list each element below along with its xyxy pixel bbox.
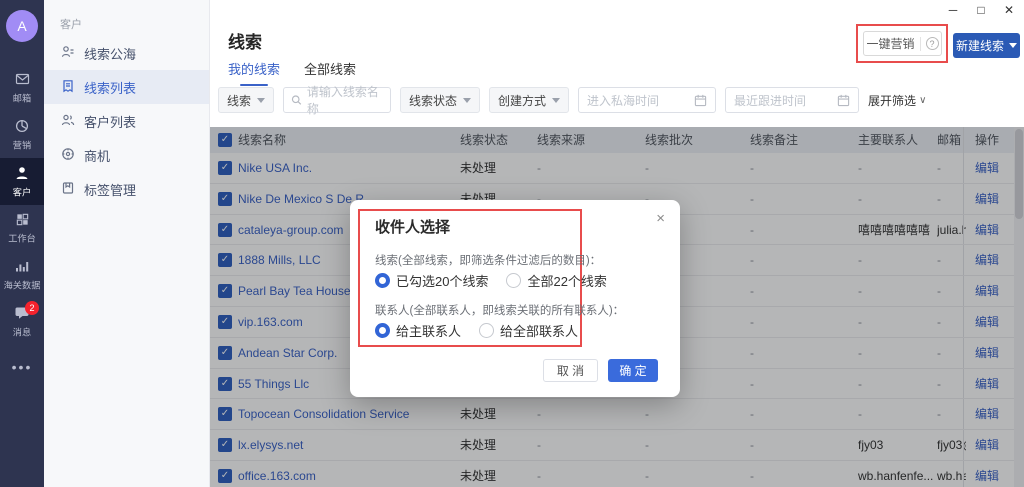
radio-primary-contact-label: 给主联系人: [396, 321, 461, 340]
modal-close-icon[interactable]: ×: [656, 210, 665, 227]
recipient-picker-modal: 收件人选择 × 线索(全部线索，即筛选条件过滤后的数目)： 已勾选20个线索 全…: [350, 200, 680, 397]
sidebar-item-lead-list[interactable]: 线索列表: [44, 70, 209, 104]
rail-item-mail[interactable]: 邮箱: [0, 64, 44, 111]
primary-nav-rail: A 邮箱营销客户工作台海关数据消息 2 •••: [0, 0, 44, 487]
maximize-button[interactable]: □: [972, 2, 990, 18]
create-method-dropdown-label: 创建方式: [498, 92, 546, 109]
rail-item-label: 工作台: [8, 231, 36, 245]
search-icon: [291, 94, 302, 106]
cancel-button[interactable]: 取 消: [543, 359, 598, 382]
expand-filters-label: 展开筛选: [868, 92, 916, 109]
lead-scope-label: 线索(全部线索，即筛选条件过滤后的数目)：: [375, 252, 601, 268]
rail-item-customs-data[interactable]: 海关数据: [0, 251, 44, 298]
create-method-dropdown[interactable]: 创建方式: [489, 87, 569, 113]
lead-scope-radio-group: 已勾选20个线索 全部22个线索: [375, 271, 607, 290]
list-doc-icon: [61, 79, 75, 96]
lead-status-dropdown[interactable]: 线索状态: [400, 87, 480, 113]
rail-item-label: 消息: [13, 325, 31, 339]
secondary-sidebar: 客户 线索公海线索列表客户列表商机标签管理: [44, 0, 210, 487]
window-controls: ─ □ ✕: [944, 2, 1018, 18]
rail-item-label: 海关数据: [4, 278, 41, 292]
radio-primary-contact[interactable]: 给主联系人: [375, 321, 461, 340]
bar-chart-icon: [14, 258, 30, 274]
pie-chart-icon: [14, 118, 30, 134]
private-sea-time-placeholder: 进入私海时间: [587, 92, 659, 109]
avatar[interactable]: A: [6, 10, 38, 42]
page-title: 线索: [228, 28, 262, 53]
chevron-down-icon: [552, 98, 560, 103]
sidebar-item-opportunity[interactable]: 商机: [44, 138, 209, 172]
expand-filters-link[interactable]: 展开筛选 ∨: [868, 92, 926, 109]
lead-name-search-input[interactable]: 请输入线索名称: [283, 87, 391, 113]
chevron-down-icon: [463, 98, 471, 103]
more-menu-button[interactable]: •••: [0, 359, 44, 375]
bookmark-icon: [61, 181, 75, 198]
sidebar-item-customer-list[interactable]: 客户列表: [44, 104, 209, 138]
rail-item-marketing[interactable]: 营销: [0, 111, 44, 158]
sidebar-item-label: 线索公海: [84, 44, 136, 63]
tab-my-leads[interactable]: 我的线索: [228, 59, 280, 86]
rail-item-messages[interactable]: 消息 2: [0, 298, 44, 345]
help-icon[interactable]: ?: [926, 37, 939, 50]
button-divider: [920, 37, 921, 51]
rail-item-customers[interactable]: 客户: [0, 158, 44, 205]
grid-icon: [15, 212, 30, 227]
radio-all-contacts-label: 给全部联系人: [500, 321, 578, 340]
one-click-marketing-button[interactable]: 一键营销 ?: [863, 31, 942, 56]
mail-icon: [14, 71, 31, 87]
chevron-down-icon: [257, 98, 265, 103]
contact-scope-radio-group: 给主联系人 给全部联系人: [375, 321, 578, 340]
radio-on-icon[interactable]: [375, 323, 390, 338]
minimize-button[interactable]: ─: [944, 2, 962, 18]
lead-field-dropdown-label: 线索: [227, 92, 251, 109]
calendar-icon: [837, 94, 850, 107]
tab-all-leads[interactable]: 全部线索: [304, 59, 356, 86]
confirm-button[interactable]: 确 定: [608, 359, 658, 382]
calendar-icon: [694, 94, 707, 107]
target-icon: [61, 147, 75, 164]
message-badge: 2: [25, 301, 39, 315]
private-sea-time-input[interactable]: 进入私海时间: [578, 87, 716, 113]
one-click-marketing-label: 一键营销: [866, 35, 914, 52]
rail-item-label: 客户: [13, 185, 31, 199]
sidebar-nav: 线索公海线索列表客户列表商机标签管理: [44, 36, 209, 206]
radio-on-icon[interactable]: [375, 273, 390, 288]
sidebar-item-label: 标签管理: [84, 180, 136, 199]
close-button[interactable]: ✕: [1000, 2, 1018, 18]
sidebar-item-tag-management[interactable]: 标签管理: [44, 172, 209, 206]
new-lead-label: 新建线索: [956, 37, 1004, 54]
chevron-down-icon: [1009, 43, 1017, 48]
lead-status-dropdown-label: 线索状态: [409, 92, 457, 109]
chevron-down-icon: ∨: [919, 95, 926, 106]
new-lead-button[interactable]: 新建线索: [953, 33, 1020, 58]
contact-scope-label: 联系人(全部联系人，即线索关联的所有联系人)：: [375, 302, 624, 318]
radio-all-leads[interactable]: 全部22个线索: [506, 271, 606, 290]
radio-off-icon[interactable]: [506, 273, 521, 288]
lead-field-dropdown[interactable]: 线索: [218, 87, 274, 113]
sidebar-item-lead-pool[interactable]: 线索公海: [44, 36, 209, 70]
modal-title: 收件人选择: [375, 216, 450, 237]
rail-item-label: 邮箱: [13, 91, 31, 105]
person-list-icon: [61, 45, 75, 62]
search-placeholder: 请输入线索名称: [307, 83, 383, 117]
radio-selected-leads[interactable]: 已勾选20个线索: [375, 271, 488, 290]
radio-all-contacts[interactable]: 给全部联系人: [479, 321, 578, 340]
radio-all-leads-label: 全部22个线索: [527, 271, 606, 290]
sidebar-item-label: 线索列表: [84, 78, 136, 97]
rail-nav: 邮箱营销客户工作台海关数据消息 2: [0, 64, 44, 345]
sidebar-section-label: 客户: [44, 0, 209, 36]
sidebar-item-label: 客户列表: [84, 112, 136, 131]
person-icon: [14, 165, 30, 181]
people-icon: [61, 113, 75, 130]
radio-selected-leads-label: 已勾选20个线索: [396, 271, 488, 290]
modal-footer: 取 消 确 定: [543, 359, 658, 382]
last-followup-time-placeholder: 最近跟进时间: [734, 92, 806, 109]
lead-tabs: 我的线索 全部线索: [228, 59, 356, 86]
rail-item-label: 营销: [13, 138, 31, 152]
last-followup-time-input[interactable]: 最近跟进时间: [725, 87, 859, 113]
sidebar-item-label: 商机: [84, 146, 110, 165]
radio-off-icon[interactable]: [479, 323, 494, 338]
rail-item-workbench[interactable]: 工作台: [0, 205, 44, 251]
filter-bar: 线索 请输入线索名称 线索状态 创建方式 进入私海时间 最近跟进时间 展开筛选 …: [218, 87, 926, 113]
